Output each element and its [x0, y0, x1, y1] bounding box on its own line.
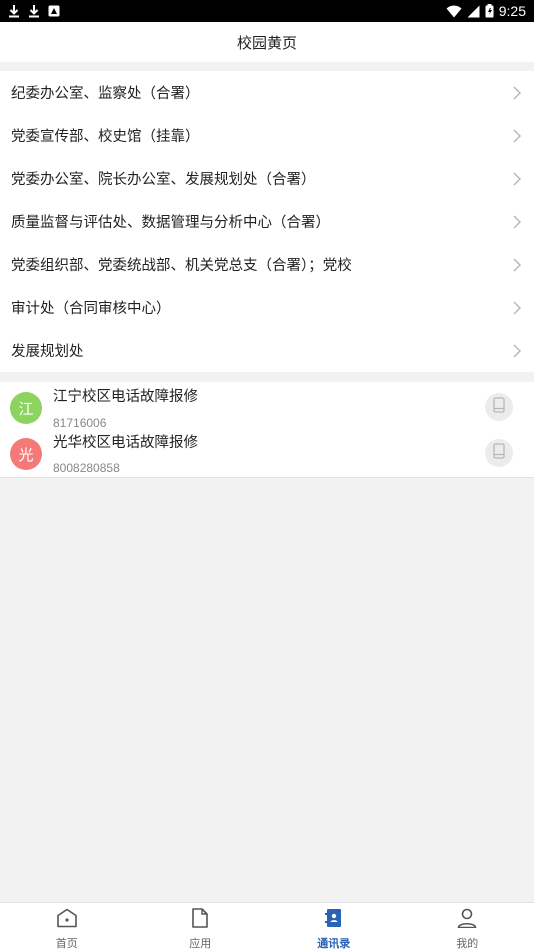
- phone-call-button[interactable]: [485, 393, 513, 421]
- contact-phone: 81716006: [53, 416, 107, 430]
- contact-name: 江宁校区电话故障报修: [53, 389, 198, 405]
- contact-name: 光华校区电话故障报修: [53, 435, 198, 451]
- status-bar: 9:25: [0, 0, 534, 22]
- tab-label: 我的: [456, 937, 479, 950]
- notification-icon: [48, 5, 60, 17]
- department-item[interactable]: 党委办公室、院长办公室、发展规划处（合署）: [0, 157, 534, 200]
- bottom-tab-bar: 首页 应用 通讯录 我的: [0, 902, 534, 950]
- contact-item[interactable]: 光 光华校区电话故障报修 8008280858: [0, 431, 534, 477]
- tab-profile[interactable]: 我的: [401, 903, 534, 950]
- department-item[interactable]: 党委组织部、党委统战部、机关党总支（合署）；党校: [0, 243, 534, 286]
- document-icon: [191, 908, 209, 932]
- chevron-right-icon: [510, 215, 524, 229]
- chevron-right-icon: [510, 344, 524, 358]
- contact-item[interactable]: 江 江宁校区电话故障报修 81716006: [0, 384, 534, 430]
- department-item[interactable]: 质量监督与评估处、数据管理与分析中心（合署）: [0, 200, 534, 243]
- mobile-phone-icon: [493, 443, 505, 463]
- battery-icon: [485, 4, 494, 18]
- mobile-phone-icon: [493, 397, 505, 417]
- department-label: 发展规划处: [11, 344, 84, 360]
- page-header: 校园黄页: [0, 22, 534, 62]
- tab-label: 通讯录: [317, 937, 351, 950]
- avatar: 江: [10, 392, 42, 424]
- tab-label: 首页: [55, 937, 78, 950]
- avatar: 光: [10, 438, 42, 470]
- department-item[interactable]: 纪委办公室、监察处（合署）: [0, 71, 534, 114]
- tab-home[interactable]: 首页: [0, 903, 134, 950]
- department-item[interactable]: 发展规划处: [0, 329, 534, 372]
- department-list: 纪委办公室、监察处（合署） 党委宣传部、校史馆（挂靠） 党委办公室、院长办公室、…: [0, 71, 534, 372]
- phone-call-button[interactable]: [485, 439, 513, 467]
- chevron-right-icon: [510, 172, 524, 186]
- chevron-right-icon: [510, 301, 524, 315]
- department-label: 党委宣传部、校史馆（挂靠）: [11, 129, 200, 145]
- download-icon: [8, 4, 20, 18]
- page-title: 校园黄页: [236, 33, 297, 52]
- department-label: 党委组织部、党委统战部、机关党总支（合署）；党校: [11, 258, 352, 274]
- chevron-right-icon: [510, 258, 524, 272]
- contact-phone: 8008280858: [53, 461, 120, 475]
- tab-apps[interactable]: 应用: [134, 903, 268, 950]
- department-item[interactable]: 党委宣传部、校史馆（挂靠）: [0, 114, 534, 157]
- tab-contacts[interactable]: 通讯录: [267, 903, 401, 950]
- signal-icon: [467, 5, 480, 18]
- department-label: 纪委办公室、监察处（合署）: [11, 86, 200, 102]
- contacts-book-icon: [324, 908, 343, 932]
- tab-label: 应用: [189, 937, 212, 950]
- home-icon: [56, 908, 78, 932]
- wifi-icon: [446, 5, 462, 18]
- department-label: 审计处（合同审核中心）: [11, 301, 171, 317]
- chevron-right-icon: [510, 86, 524, 100]
- department-label: 质量监督与评估处、数据管理与分析中心（合署）: [11, 215, 330, 231]
- department-label: 党委办公室、院长办公室、发展规划处（合署）: [11, 172, 316, 188]
- status-time: 9:25: [498, 3, 526, 19]
- department-item[interactable]: 审计处（合同审核中心）: [0, 286, 534, 329]
- user-icon: [457, 908, 477, 932]
- chevron-right-icon: [510, 129, 524, 143]
- contact-list: 江 江宁校区电话故障报修 81716006 光 光华校区电话故障报修 80082…: [0, 382, 534, 478]
- download-icon: [28, 4, 40, 18]
